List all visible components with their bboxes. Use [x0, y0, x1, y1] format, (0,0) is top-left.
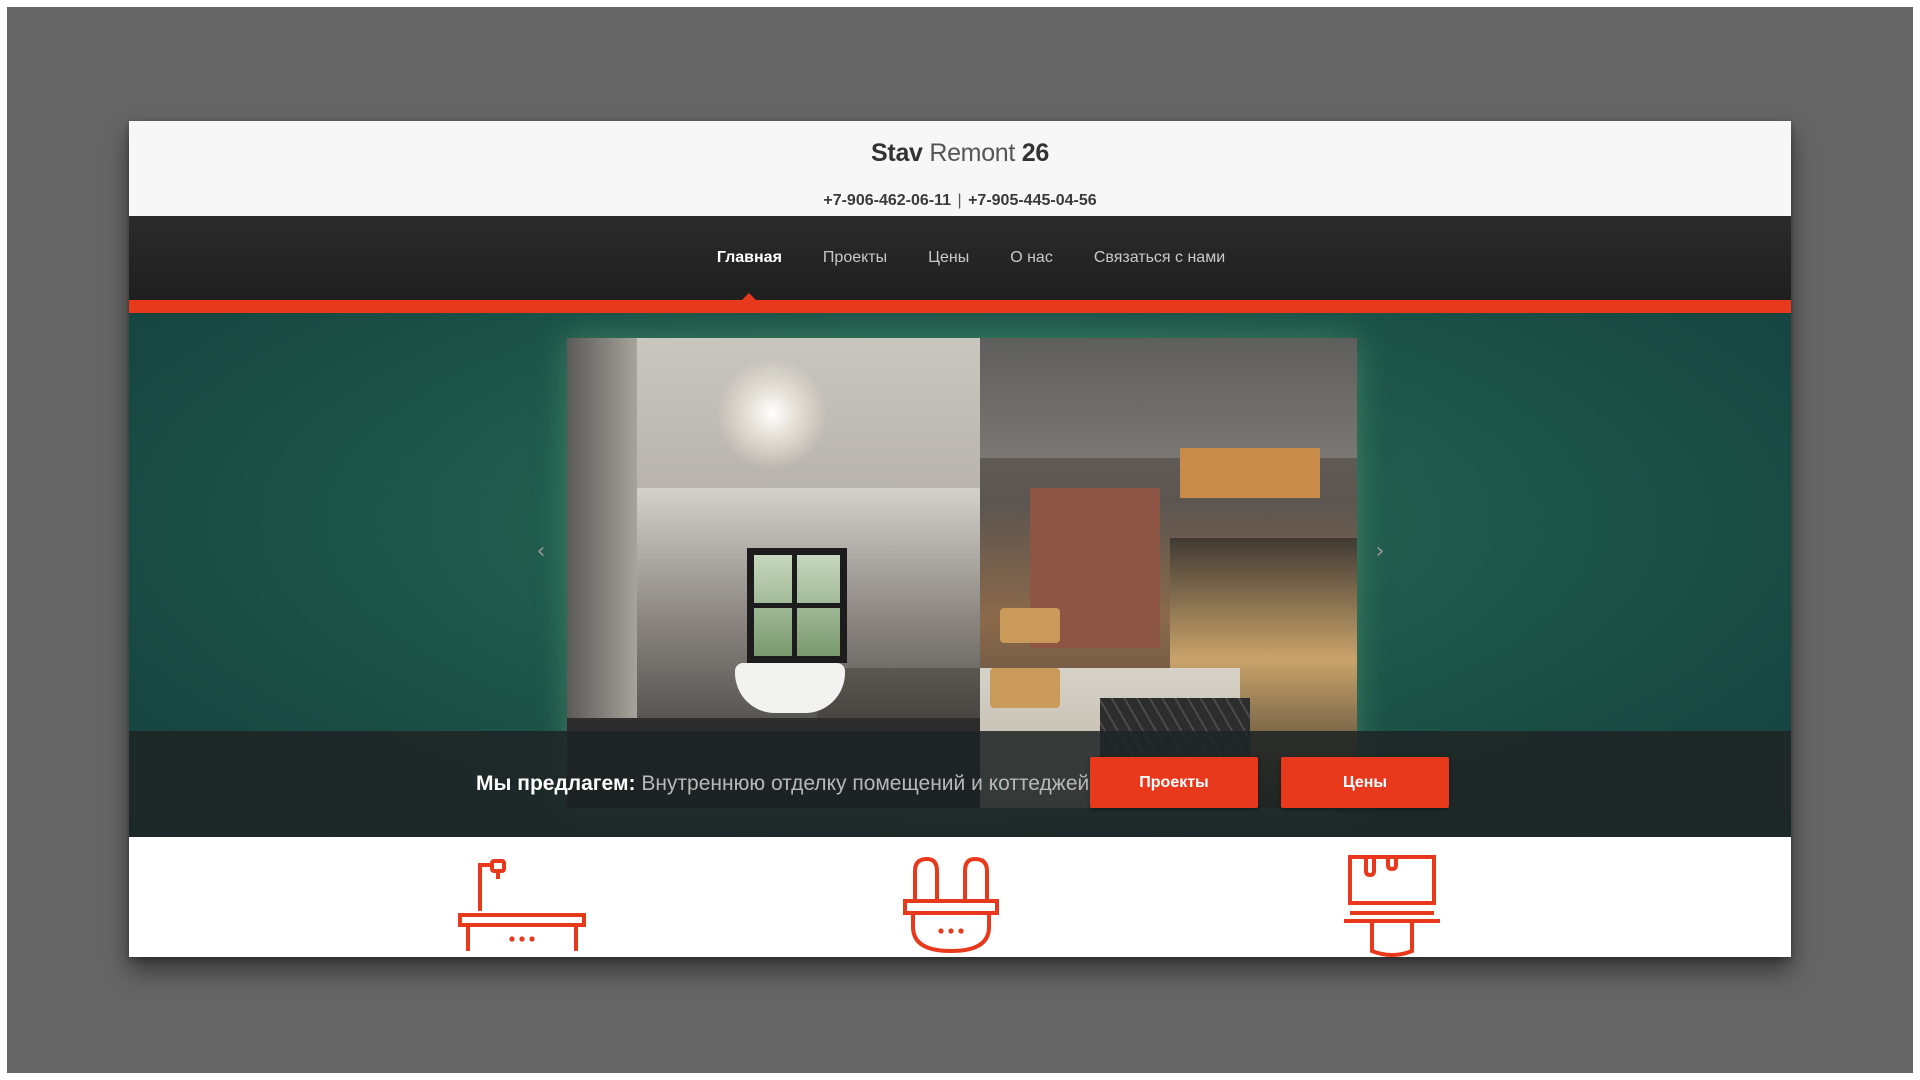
services-section [129, 837, 1791, 957]
site-logo[interactable]: Stav Remont 26 [129, 139, 1791, 168]
logo-bold: Stav [871, 139, 923, 167]
prices-button[interactable]: Цены [1281, 757, 1449, 808]
nav-item-label: Главная [716, 249, 782, 266]
paint-brush-icon [1344, 855, 1440, 957]
nav-item-projects[interactable]: Проекты [823, 216, 887, 300]
site-header: Stav Remont 26 +7-906-462-06-11 | +7-905… [129, 121, 1791, 216]
nav-item-label: Цены [928, 249, 970, 266]
bathtub-icon [458, 859, 586, 951]
active-indicator-icon [742, 293, 757, 300]
chevron-left-icon[interactable]: ‹ [534, 541, 548, 563]
nav-item-contact[interactable]: Связаться с нами [1094, 216, 1225, 300]
caption-lead: Мы предлагем: [476, 772, 636, 795]
phone-1[interactable]: +7-906-462-06-11 [823, 192, 951, 209]
nav-item-label: Проекты [822, 249, 888, 266]
projects-button[interactable]: Проекты [1090, 757, 1258, 808]
nav-item-home[interactable]: Главная [717, 216, 782, 300]
hero-caption: Мы предлагем: Внутреннюю отделку помещен… [129, 731, 1791, 837]
logo-number: 26 [1021, 139, 1050, 167]
plug-icon [903, 857, 999, 954]
phone-2[interactable]: +7-905-445-04-56 [968, 192, 1097, 209]
nav-item-label: О нас [1010, 249, 1053, 266]
hero-slider: ‹ › Мы предлагем: Внутреннюю отделку пом… [129, 313, 1791, 837]
phone-numbers: +7-906-462-06-11 | +7-905-445-04-56 [129, 192, 1791, 210]
caption-text: Мы предлагем: Внутреннюю отделку помещен… [476, 731, 1089, 837]
chevron-right-icon[interactable]: › [1373, 541, 1387, 563]
website: Stav Remont 26 +7-906-462-06-11 | +7-905… [129, 121, 1791, 957]
nav-item-about[interactable]: О нас [1010, 216, 1053, 300]
nav-menu: Главная Проекты Цены О нас Связаться с н… [129, 216, 1791, 300]
accent-divider [129, 300, 1791, 313]
nav-item-prices[interactable]: Цены [928, 216, 969, 300]
caption-body: Внутреннюю отделку помещений и коттеджей [641, 772, 1090, 795]
nav-item-label: Связаться с нами [1093, 249, 1226, 266]
phone-separator: | [957, 192, 962, 209]
logo-light: Remont [929, 139, 1016, 167]
main-navigation: Главная Проекты Цены О нас Связаться с н… [129, 216, 1791, 300]
